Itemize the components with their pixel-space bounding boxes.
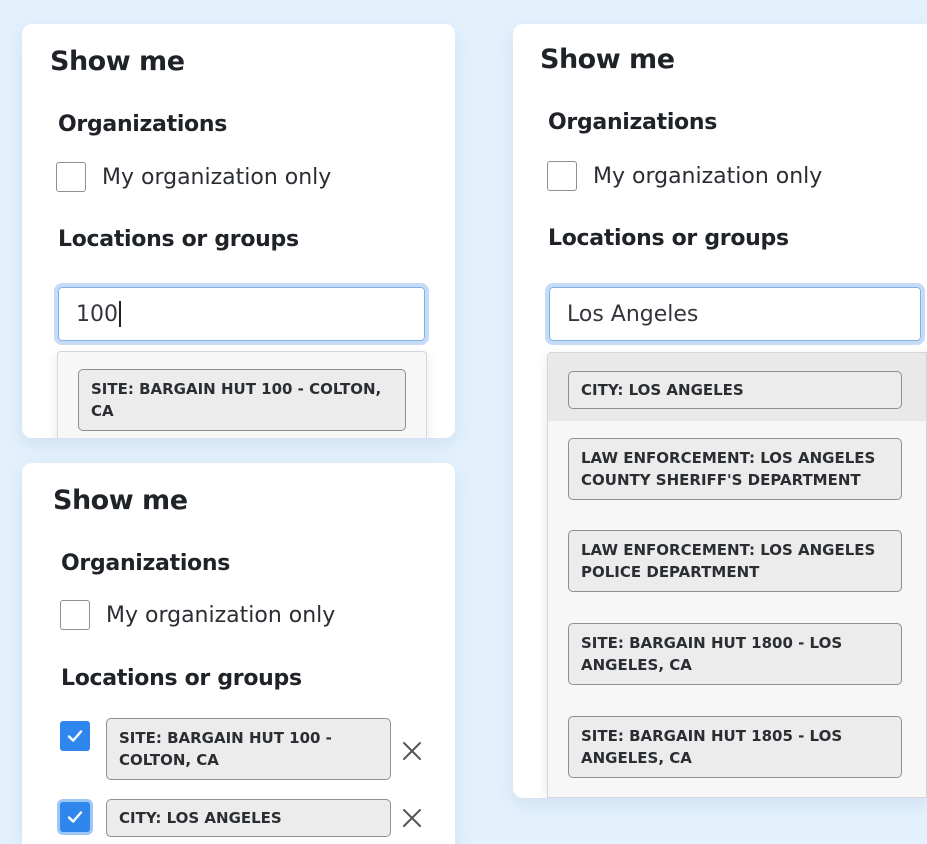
my-organization-only-label: My organization only: [102, 164, 332, 190]
locations-heading: Locations or groups: [548, 226, 789, 251]
locations-search-input[interactable]: Los Angeles: [545, 283, 925, 345]
result-option[interactable]: SITE: BARGAIN HUT 100 - COLTON, CA: [78, 369, 406, 431]
checkmark-icon: [67, 811, 83, 823]
panel-title: Show me: [540, 44, 675, 75]
panel-title: Show me: [53, 485, 188, 516]
locations-heading: Locations or groups: [58, 227, 299, 252]
my-organization-only-checkbox[interactable]: [547, 161, 577, 191]
locations-search-input[interactable]: 100: [54, 283, 429, 345]
result-option[interactable]: CITY: LOS ANGELES: [568, 371, 902, 409]
selected-location-chip: CITY: LOS ANGELES: [106, 799, 391, 837]
my-organization-only-option[interactable]: My organization only: [547, 161, 822, 191]
filter-panel-search-los-angeles: Show me Organizations My organization on…: [513, 24, 927, 798]
my-organization-only-label: My organization only: [106, 602, 336, 628]
my-organization-only-option[interactable]: My organization only: [56, 162, 331, 192]
result-option[interactable]: LAW ENFORCEMENT: LOS ANGELES COUNTY SHER…: [568, 438, 902, 500]
search-input-value: Los Angeles: [567, 301, 699, 327]
organizations-heading: Organizations: [548, 110, 718, 135]
result-option[interactable]: LAW ENFORCEMENT: LOS ANGELES POLICE DEPA…: [568, 530, 902, 592]
checkmark-icon: [67, 730, 83, 742]
search-results-dropdown: SITE: BARGAIN HUT 100 - COLTON, CA: [57, 351, 427, 438]
my-organization-only-label: My organization only: [593, 163, 823, 189]
my-organization-only-checkbox[interactable]: [60, 600, 90, 630]
my-organization-only-checkbox[interactable]: [56, 162, 86, 192]
filter-panel-search-100: Show me Organizations My organization on…: [22, 24, 455, 438]
filter-panel-selected: Show me Organizations My organization on…: [22, 463, 455, 844]
locations-heading: Locations or groups: [61, 666, 302, 691]
search-input-value: 100: [76, 301, 118, 327]
selected-location-chip: SITE: BARGAIN HUT 100 - COLTON, CA: [106, 718, 391, 780]
selected-location-checkbox[interactable]: [60, 802, 90, 832]
organizations-heading: Organizations: [58, 112, 228, 137]
panel-title: Show me: [50, 46, 185, 77]
organizations-heading: Organizations: [61, 551, 231, 576]
result-option[interactable]: SITE: BARGAIN HUT 1800 - LOS ANGELES, CA: [568, 623, 902, 685]
close-icon[interactable]: [401, 740, 423, 762]
search-results-dropdown: CITY: LOS ANGELES LAW ENFORCEMENT: LOS A…: [547, 352, 927, 798]
selected-location-checkbox[interactable]: [60, 721, 90, 751]
text-cursor: [119, 301, 121, 327]
result-option[interactable]: SITE: BARGAIN HUT 1805 - LOS ANGELES, CA: [568, 716, 902, 778]
my-organization-only-option[interactable]: My organization only: [60, 600, 335, 630]
close-icon[interactable]: [401, 807, 423, 829]
